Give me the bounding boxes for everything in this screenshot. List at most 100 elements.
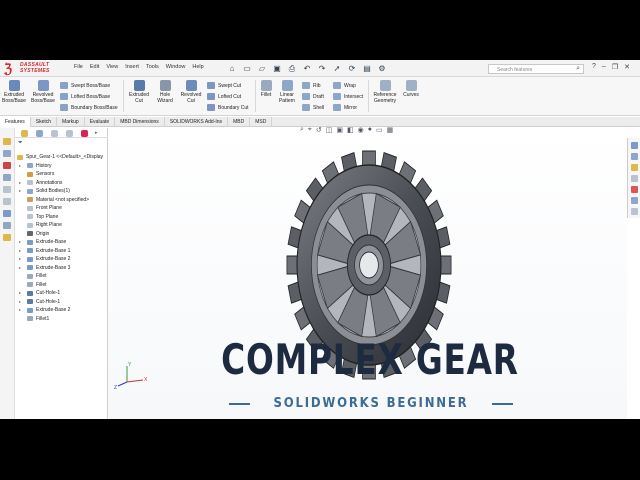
tree-item[interactable]: Sensors [15, 170, 108, 179]
tree-item[interactable]: ▸ Cut-Hole-1 [15, 298, 108, 307]
appearances-icon[interactable] [631, 186, 638, 193]
zoom-fit-icon[interactable]: ⌕ [300, 126, 304, 134]
feature-tree-tab-icon[interactable] [21, 130, 28, 137]
home-pane-icon[interactable] [631, 142, 638, 149]
menu-insert[interactable]: Insert [125, 64, 139, 74]
menu-edit[interactable]: Edit [90, 64, 99, 74]
extruded-boss-button[interactable]: Extruded Boss/Base [2, 80, 26, 104]
reference-geometry-button[interactable]: Reference Geometry [371, 80, 399, 104]
mirror-button[interactable]: Mirror [333, 104, 357, 111]
expand-arrow-icon[interactable]: ▸ [19, 255, 21, 263]
tree-item[interactable]: ▸ Cut-Hole-1 [15, 289, 108, 298]
tree-item[interactable]: ▸ Extrude-Base 2 [15, 306, 108, 315]
curves-button[interactable]: Curves [402, 80, 420, 98]
swept-boss-button[interactable]: Swept Boss/Base [60, 82, 110, 89]
linear-pattern-button[interactable]: Linear Pattern [276, 80, 298, 104]
tree-item[interactable]: ▸ Extrude-Base 1 [15, 247, 108, 256]
tree-item[interactable]: Fillet1 [15, 315, 108, 324]
sketch-icon[interactable] [3, 198, 11, 205]
custom-properties-icon[interactable] [631, 197, 638, 204]
undo-icon[interactable]: ↶ [301, 63, 313, 75]
rib-button[interactable]: Rib [302, 82, 321, 89]
tree-item[interactable]: Material <not specified> [15, 196, 108, 205]
expand-arrow-icon[interactable]: ▸ [19, 238, 21, 246]
tree-item[interactable]: Origin [15, 230, 108, 239]
tab-features[interactable]: Features [0, 117, 31, 127]
file-explorer-icon[interactable] [631, 175, 638, 182]
tree-item[interactable]: Fillet [15, 281, 108, 290]
view-icon[interactable] [3, 186, 11, 193]
tab-mbd-dimensions[interactable]: MBD Dimensions [115, 117, 165, 127]
tree-item[interactable]: ▸ Annotations [15, 179, 108, 188]
fillet-button[interactable]: Fillet [258, 80, 274, 98]
display-icon[interactable] [3, 174, 11, 181]
home-icon[interactable]: ⌂ [226, 63, 238, 75]
tab-mbd[interactable]: MBD [228, 117, 251, 127]
restore-icon[interactable]: ❐ [612, 63, 618, 71]
scene-icon[interactable]: ▭ [376, 126, 383, 134]
shell-button[interactable]: Shell [302, 104, 324, 111]
menu-window[interactable]: Window [166, 64, 186, 74]
file-properties-icon[interactable]: ▤ [361, 63, 373, 75]
revolved-cut-button[interactable]: Revolved Cut [178, 80, 204, 104]
display-manager-tab-icon[interactable] [81, 130, 88, 137]
boundary-cut-button[interactable]: Boundary Cut [207, 104, 249, 111]
hole-wizard-button[interactable]: Hole Wizard [154, 80, 176, 104]
filter-icon[interactable]: ⏷ [18, 140, 23, 147]
hide-show-icon[interactable]: ◉ [358, 126, 364, 134]
menu-view[interactable]: View [106, 64, 118, 74]
expand-arrow-icon[interactable]: ▸ [19, 306, 21, 314]
design-library-icon[interactable] [631, 164, 638, 171]
search-input[interactable]: Search features ⌕ [488, 64, 584, 74]
expand-arrow-icon[interactable]: ▸ [19, 179, 21, 187]
view-orientation-icon[interactable]: ▣ [336, 126, 343, 134]
tree-root[interactable]: Spur_Gear-1 <<Default>_<Display [15, 153, 108, 162]
tree-item[interactable]: ▸ Extrude-Base 3 [15, 264, 108, 273]
lofted-cut-button[interactable]: Lofted Cut [207, 93, 241, 100]
revolved-boss-button[interactable]: Revolved Boss/Base [30, 80, 56, 104]
lofted-boss-button[interactable]: Lofted Boss/Base [60, 93, 110, 100]
solidworks-logo[interactable]: ℨ DASSAULT SYSTEMES [4, 62, 66, 76]
tree-item[interactable]: ▸ Extrude-Base [15, 238, 108, 247]
print-icon[interactable]: ⎙ [286, 63, 298, 75]
minimize-icon[interactable]: – [602, 63, 606, 71]
display-style-icon[interactable]: ◧ [347, 126, 354, 134]
zoom-area-icon[interactable]: ⌖ [308, 126, 312, 134]
tree-item[interactable]: ▸ History [15, 162, 108, 171]
explorer-icon[interactable] [3, 222, 11, 229]
expand-arrow-icon[interactable]: ▸ [19, 289, 21, 297]
expand-arrow-icon[interactable]: ▸ [19, 162, 21, 170]
open-folder-icon[interactable]: ▱ [256, 63, 268, 75]
expand-arrow-icon[interactable]: ▸ [19, 187, 21, 195]
menu-help[interactable]: Help [192, 64, 203, 74]
expand-arrow-icon[interactable]: ▸ [19, 298, 21, 306]
menu-file[interactable]: File [74, 64, 83, 74]
tree-item[interactable]: ▸ Extrude-Base 2 [15, 255, 108, 264]
resources-pane-icon[interactable] [631, 153, 638, 160]
tab-markup[interactable]: Markup [57, 117, 85, 127]
options-gear-icon[interactable]: ⚙ [376, 63, 388, 75]
resources-icon[interactable] [3, 234, 11, 241]
tree-item[interactable]: Front Plane [15, 204, 108, 213]
tab-solidworks-add-ins[interactable]: SOLIDWORKS Add-Ins [165, 117, 229, 127]
extruded-cut-button[interactable]: Extruded Cut [126, 80, 152, 104]
tree-item[interactable]: Fillet [15, 272, 108, 281]
expand-arrow-icon[interactable]: ▸ [19, 247, 21, 255]
swept-cut-button[interactable]: Swept Cut [207, 82, 241, 89]
tree-item[interactable]: Top Plane [15, 213, 108, 222]
tab-msd[interactable]: MSD [250, 117, 273, 127]
intersect-button[interactable]: Intersect [333, 93, 363, 100]
previous-view-icon[interactable]: ↺ [316, 126, 322, 134]
tree-item[interactable]: Right Plane [15, 221, 108, 230]
select-icon[interactable]: ➚ [331, 63, 343, 75]
config-icon[interactable] [3, 162, 11, 169]
new-document-icon[interactable]: ▭ [241, 63, 253, 75]
tab-evaluate[interactable]: Evaluate [85, 117, 116, 127]
boundary-boss-button[interactable]: Boundary Boss/Base [60, 104, 118, 111]
part-icon[interactable] [3, 150, 11, 157]
configuration-tab-icon[interactable] [51, 130, 58, 137]
help-icon[interactable]: ? [592, 63, 596, 71]
rebuild-icon[interactable]: ⟳ [346, 63, 358, 75]
chevron-right-icon[interactable]: ▸ [95, 130, 102, 137]
tab-sketch[interactable]: Sketch [31, 117, 58, 127]
